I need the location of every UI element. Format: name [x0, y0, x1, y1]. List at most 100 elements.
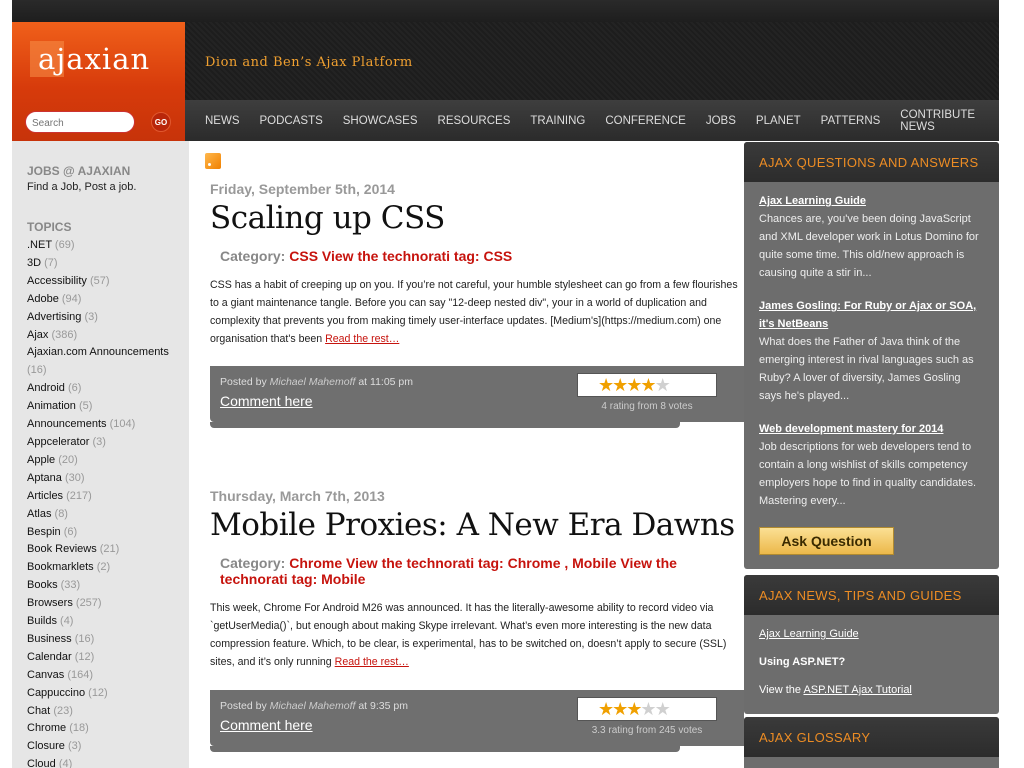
nav-podcasts[interactable]: PODCASTS: [260, 115, 323, 127]
posted-by-label: Posted by: [220, 700, 267, 712]
star-empty-icon[interactable]: ★: [640, 699, 656, 719]
nav-showcases[interactable]: SHOWCASES: [343, 115, 418, 127]
logo-text: ajaxian: [38, 42, 151, 76]
topic-link[interactable]: 3D: [27, 257, 41, 269]
star-filled-icon[interactable]: ★: [612, 699, 628, 719]
author-name: Michael Mahemoff: [269, 376, 356, 388]
topic-count: (30): [64, 471, 85, 484]
topic-link[interactable]: Ajaxian.com Announcements: [27, 346, 169, 358]
qa-item-title[interactable]: James Gosling: For Ruby or Ajax or SOA, …: [759, 297, 984, 333]
topic-item: Aptana (30): [27, 470, 182, 488]
topic-link[interactable]: Books: [27, 579, 58, 591]
qa-item: Web development mastery for 2014 Job des…: [759, 420, 984, 510]
topics-title: TOPICS: [27, 220, 72, 234]
comment-link[interactable]: Comment here: [220, 393, 313, 409]
topic-link[interactable]: Cappuccino: [27, 687, 85, 699]
star-filled-icon[interactable]: ★: [626, 375, 642, 395]
topic-item: Browsers (257): [27, 595, 182, 613]
news-view-line: View the ASP.NET Ajax Tutorial: [759, 681, 984, 699]
nav-conference[interactable]: CONFERENCE: [605, 115, 686, 127]
comment-link[interactable]: Comment here: [220, 717, 313, 733]
star-filled-icon[interactable]: ★: [598, 699, 614, 719]
post-title[interactable]: Mobile Proxies: A New Era Dawns: [210, 507, 744, 543]
post-time: at 9:35 pm: [358, 700, 408, 712]
topic-item: Announcements (104): [27, 416, 182, 434]
topic-link[interactable]: Android: [27, 382, 65, 394]
topic-link[interactable]: Appcelerator: [27, 436, 89, 448]
topic-count: (16): [74, 632, 95, 645]
nav-news[interactable]: NEWS: [205, 115, 240, 127]
qa-item-text: Job descriptions for web developers tend…: [759, 441, 977, 507]
topic-link[interactable]: Atlas: [27, 508, 51, 520]
main-content: Friday, September 5th, 2014 Scaling up C…: [189, 141, 744, 768]
news-title: AJAX NEWS, TIPS AND GUIDES: [744, 575, 999, 615]
post-title[interactable]: Scaling up CSS: [210, 200, 744, 236]
star-empty-icon[interactable]: ★: [655, 699, 671, 719]
topic-link[interactable]: Bespin: [27, 526, 61, 538]
rss-icon[interactable]: [205, 153, 221, 169]
topic-link[interactable]: Apple: [27, 454, 55, 466]
ask-question-button[interactable]: Ask Question: [759, 527, 894, 555]
star-empty-icon[interactable]: ★: [655, 375, 671, 395]
topic-link[interactable]: Book Reviews: [27, 543, 97, 555]
topic-link[interactable]: Closure: [27, 740, 65, 752]
topic-link[interactable]: Business: [27, 633, 72, 645]
topic-link[interactable]: Animation: [27, 400, 76, 412]
site-logo[interactable]: ajaxian: [30, 41, 163, 77]
star-filled-icon[interactable]: ★: [626, 699, 642, 719]
topic-link[interactable]: Browsers: [27, 597, 73, 609]
news-view-label: View the: [759, 684, 801, 696]
nav-patterns[interactable]: PATTERNS: [821, 115, 881, 127]
topic-count: (257): [75, 597, 102, 610]
nav-planet[interactable]: PLANET: [756, 115, 801, 127]
star-rating[interactable]: ★★★★★: [577, 697, 717, 721]
post-time: at 11:05 pm: [358, 376, 414, 388]
topic-count: (20): [58, 453, 78, 466]
brand-panel: ajaxian GO: [12, 22, 185, 141]
topic-count: (23): [53, 704, 73, 717]
nav-jobs[interactable]: JOBS: [706, 115, 736, 127]
author-name: Michael Mahemoff: [269, 700, 356, 712]
topic-link[interactable]: Chrome: [27, 722, 66, 734]
topic-link[interactable]: Articles: [27, 490, 63, 502]
search-go-button[interactable]: GO: [151, 112, 171, 132]
read-more-link[interactable]: Read the rest…: [335, 656, 409, 668]
search-input[interactable]: [32, 116, 130, 130]
topic-link[interactable]: Advertising: [27, 311, 81, 323]
topic-count: (18): [69, 722, 89, 735]
qa-item-title[interactable]: Web development mastery for 2014: [759, 420, 984, 438]
category-links[interactable]: CSS View the technorati tag: CSS: [289, 248, 512, 264]
topic-link[interactable]: Calendar: [27, 651, 72, 663]
star-filled-icon[interactable]: ★: [612, 375, 628, 395]
read-more-link[interactable]: Read the rest…: [325, 333, 399, 345]
star-filled-icon[interactable]: ★: [640, 375, 656, 395]
topic-item: Business (16): [27, 631, 182, 649]
nav-resources[interactable]: RESOURCES: [438, 115, 511, 127]
star-rating[interactable]: ★★★★★: [577, 373, 717, 397]
post-date: Friday, September 5th, 2014: [210, 181, 395, 197]
topic-link[interactable]: Accessibility: [27, 275, 87, 287]
topic-link[interactable]: Bookmarklets: [27, 561, 94, 573]
topic-link[interactable]: Canvas: [27, 669, 64, 681]
glossary-box: AJAX GLOSSARY: [744, 717, 999, 768]
topic-count: (3): [92, 435, 106, 448]
qa-item-title[interactable]: Ajax Learning Guide: [759, 192, 984, 210]
topic-item: Closure (3): [27, 738, 182, 756]
news-link-learning-guide[interactable]: Ajax Learning Guide: [759, 625, 984, 643]
news-link-tutorial[interactable]: ASP.NET Ajax Tutorial: [803, 684, 911, 696]
star-filled-icon[interactable]: ★: [598, 375, 614, 395]
topic-link[interactable]: Builds: [27, 615, 57, 627]
nav-training[interactable]: TRAINING: [530, 115, 585, 127]
topic-count: (21): [99, 543, 120, 556]
topic-link[interactable]: Announcements: [27, 418, 107, 430]
topic-link[interactable]: Cloud: [27, 758, 56, 768]
nav-contribute-news[interactable]: CONTRIBUTE NEWS: [900, 109, 999, 133]
topic-link[interactable]: .NET: [27, 239, 52, 251]
jobs-subtitle[interactable]: Find a Job, Post a job.: [27, 181, 136, 193]
category-links[interactable]: Chrome View the technorati tag: Chrome ,…: [220, 555, 677, 587]
topic-count: (164): [67, 668, 94, 681]
topic-link[interactable]: Chat: [27, 705, 50, 717]
topic-link[interactable]: Adobe: [27, 293, 59, 305]
topic-link[interactable]: Ajax: [27, 329, 48, 341]
topic-link[interactable]: Aptana: [27, 472, 62, 484]
